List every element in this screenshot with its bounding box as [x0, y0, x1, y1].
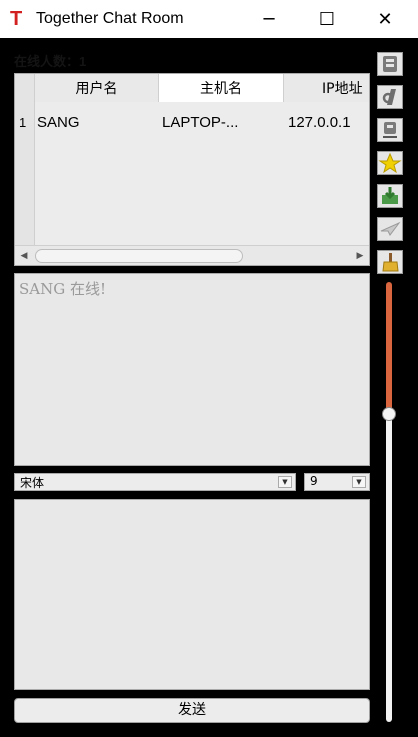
italic-icon[interactable] — [377, 85, 403, 109]
underline-icon[interactable] — [377, 118, 403, 142]
volume-slider[interactable] — [382, 282, 396, 722]
maximize-button[interactable]: ☐ — [304, 0, 350, 38]
bold-icon[interactable] — [377, 52, 403, 76]
font-size-value: 9 — [310, 474, 318, 488]
minimize-button[interactable]: ─ — [246, 0, 292, 38]
app-logo-icon: T — [10, 8, 23, 30]
cell-username[interactable]: SANG — [37, 114, 80, 131]
window-title: Together Chat Room — [36, 10, 184, 27]
close-button[interactable]: ✕ — [362, 0, 408, 38]
table-corner — [15, 74, 35, 102]
color-icon[interactable] — [377, 151, 403, 175]
message-item: SANG 在线! — [19, 280, 107, 298]
cell-hostname[interactable]: LAPTOP-... — [162, 114, 238, 131]
column-header-ip[interactable]: IP地址 — [284, 74, 369, 102]
scroll-thumb[interactable] — [35, 249, 243, 263]
column-header-username[interactable]: 用户名 — [35, 74, 159, 102]
chevron-down-icon[interactable]: ▼ — [352, 476, 366, 488]
user-table: 用户名 主机名 IP地址 1 SANG LAPTOP-... 127.0.0.1… — [14, 73, 370, 266]
scroll-right-icon[interactable]: ▶ — [353, 250, 367, 262]
font-family-value: 宋体 — [20, 476, 45, 490]
clear-icon[interactable] — [377, 250, 403, 274]
slider-handle[interactable] — [382, 407, 396, 421]
slider-fill — [386, 282, 392, 414]
title-bar: T Together Chat Room ─ ☐ ✕ — [0, 0, 418, 38]
send-button[interactable]: 发送 — [14, 698, 370, 723]
online-count-label: 在线人数：1 — [14, 54, 87, 69]
font-family-select[interactable]: 宋体 ▼ — [14, 473, 296, 491]
column-header-hostname[interactable]: 主机名 — [159, 74, 284, 102]
send-file-icon[interactable] — [377, 217, 403, 241]
save-icon[interactable] — [377, 184, 403, 208]
horizontal-scrollbar[interactable]: ◀ ▶ — [15, 245, 369, 265]
font-size-select[interactable]: 9 ▼ — [304, 473, 370, 491]
slider-track[interactable] — [386, 414, 392, 722]
message-input[interactable] — [14, 499, 370, 690]
chevron-down-icon[interactable]: ▼ — [278, 476, 292, 488]
scroll-left-icon[interactable]: ◀ — [17, 250, 31, 262]
message-display[interactable]: SANG 在线! — [14, 273, 370, 466]
row-index[interactable]: 1 — [19, 115, 26, 130]
cell-ip[interactable]: 127.0.0.1 — [288, 114, 351, 131]
